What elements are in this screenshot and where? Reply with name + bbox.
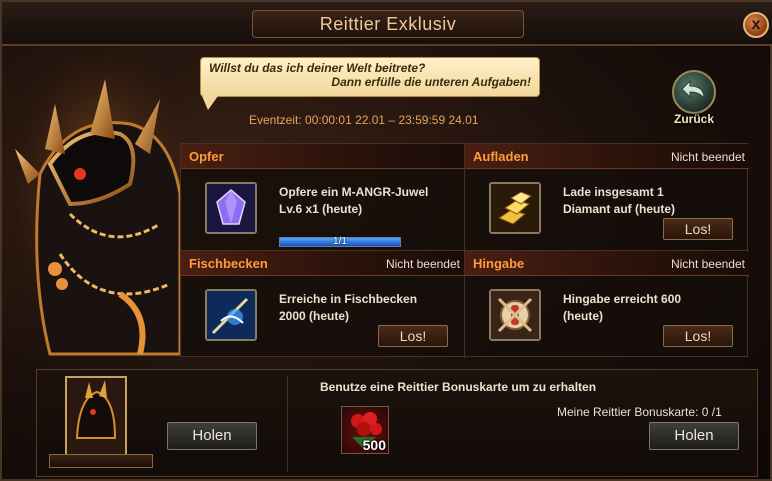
task-opfer: Opfer Opfere ein M-ANGR-Juwel Lv.6 x1 (h… — [181, 144, 465, 251]
task-desc-line: Erreiche in Fischbecken — [279, 292, 418, 306]
speech-bubble-tail — [202, 96, 218, 110]
back-arrow-icon — [672, 70, 716, 114]
divider — [287, 376, 288, 472]
task-header: Aufladen Nicht beendet — [465, 144, 749, 169]
purple-gem-icon — [205, 182, 257, 234]
task-desc-line: Lv.6 x1 (heute) — [279, 202, 363, 216]
task-hingabe: Hingabe Nicht beendet Hingabe erreicht 6… — [465, 251, 749, 358]
task-status: Nicht beendet — [670, 257, 745, 271]
bonus-title: Benutze eine Reittier Bonuskarte um zu e… — [320, 380, 597, 394]
rose-bouquet-icon: 500 — [341, 406, 389, 454]
task-desc-line: Lade insgesamt 1 — [563, 185, 664, 199]
los-button-hingabe[interactable]: Los! — [663, 325, 733, 347]
reward-amount: 500 — [362, 437, 386, 453]
task-description: Lade insgesamt 1 Diamant auf (heute) — [563, 184, 743, 218]
back-label: Zurück — [673, 112, 714, 126]
back-button[interactable]: Zurück — [668, 70, 720, 128]
los-button-aufladen[interactable]: Los! — [663, 218, 733, 240]
title-plate: Reittier Exklusiv — [252, 10, 524, 38]
holen-button-left[interactable]: Holen — [167, 422, 257, 450]
task-desc-line: (heute) — [563, 309, 603, 323]
fishing-icon — [205, 289, 257, 341]
close-icon: x — [751, 16, 761, 33]
task-name: Opfer — [189, 149, 224, 164]
speech-bubble: Willst du das ich deiner Welt beitrete? … — [200, 57, 540, 97]
task-header: Fischbecken Nicht beendet — [181, 251, 464, 276]
gold-bars-icon — [489, 182, 541, 234]
task-desc-line: Hingabe erreicht 600 — [563, 292, 682, 306]
task-progress-bar: 1/1 — [279, 236, 401, 247]
speech-line-1: Willst du das ich deiner Welt beitrete? — [209, 61, 426, 75]
task-fischbecken: Fischbecken Nicht beendet Erreiche in Fi… — [181, 251, 465, 358]
bonus-card-count: Meine Reittier Bonuskarte: 0 /1 — [557, 405, 722, 419]
task-header: Hingabe Nicht beendet — [465, 251, 749, 276]
holen-button-right[interactable]: Holen — [649, 422, 739, 450]
event-time: Eventzeit: 00:00:01 22.01 – 23:59:59 24.… — [249, 113, 479, 127]
task-name: Hingabe — [473, 256, 525, 271]
hingabe-crest-icon — [489, 289, 541, 341]
task-description: Hingabe erreicht 600 (heute) — [563, 291, 743, 325]
task-description: Erreiche in Fischbecken 2000 (heute) — [279, 291, 459, 325]
title-bar: Reittier Exklusiv x — [2, 2, 772, 46]
task-desc-line: 2000 (heute) — [279, 309, 350, 323]
task-desc-line: Opfere ein M-ANGR-Juwel — [279, 185, 429, 199]
mount-card-icon — [65, 376, 127, 456]
event-window: Reittier Exklusiv x Willst du das ich de… — [0, 0, 772, 481]
speech-line-2: Dann erfülle die unteren Aufgaben! — [331, 75, 531, 89]
bonus-panel: Holen Benutze eine Reittier Bonuskarte u… — [36, 369, 758, 477]
window-title: Reittier Exklusiv — [319, 13, 457, 34]
card-pedestal — [49, 454, 153, 468]
close-button[interactable]: x — [743, 12, 769, 38]
mount-horse-illustration — [10, 54, 190, 364]
progress-text: 1/1 — [333, 236, 347, 247]
los-button-fischbecken[interactable]: Los! — [378, 325, 448, 347]
task-header: Opfer — [181, 144, 464, 169]
task-status: Nicht beendet — [385, 257, 460, 271]
task-name: Aufladen — [473, 149, 529, 164]
task-aufladen: Aufladen Nicht beendet Lade insgesamt 1 … — [465, 144, 749, 251]
task-description: Opfere ein M-ANGR-Juwel Lv.6 x1 (heute) — [279, 184, 459, 218]
task-grid: Opfer Opfere ein M-ANGR-Juwel Lv.6 x1 (h… — [180, 143, 749, 358]
task-desc-line: Diamant auf (heute) — [563, 202, 676, 216]
task-status: Nicht beendet — [670, 150, 745, 164]
task-name: Fischbecken — [189, 256, 268, 271]
